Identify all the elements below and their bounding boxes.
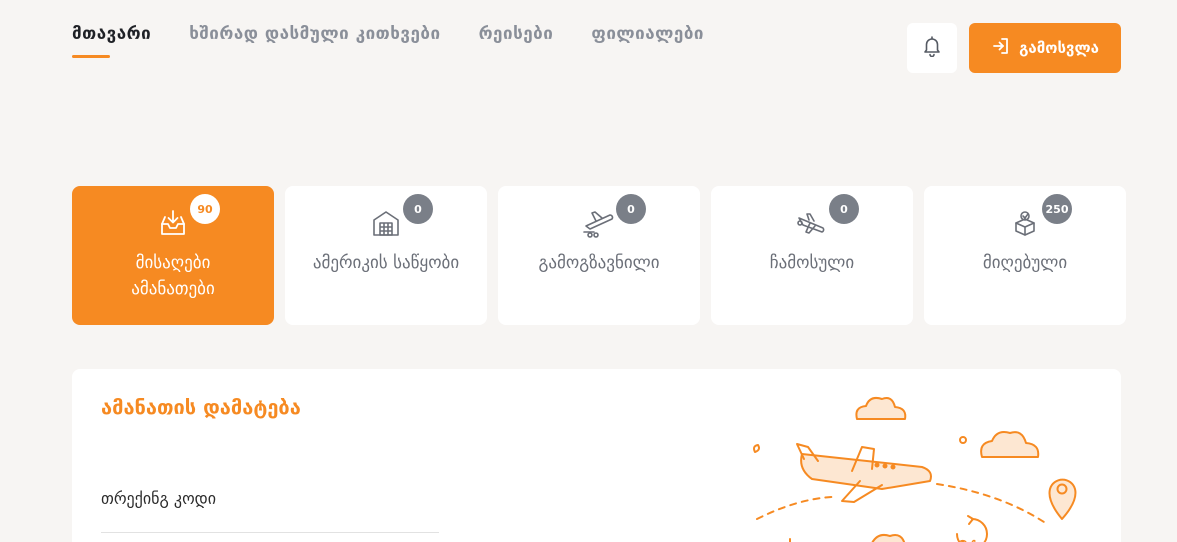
add-parcel-panel: ამანათის დამატება თრექინგ კოდი	[72, 369, 1121, 542]
card-count-badge: 90	[190, 194, 220, 224]
card-incoming-parcels[interactable]: 90 მისაღები ამანათები	[72, 186, 274, 325]
card-usa-warehouse[interactable]: 0 ამერიკის საწყობი	[285, 186, 487, 325]
card-received[interactable]: 250 მიღებული	[924, 186, 1126, 325]
box-received-icon	[1010, 208, 1040, 238]
sign-out-icon	[991, 36, 1011, 60]
card-arrived[interactable]: 0 ჩამოსული	[711, 186, 913, 325]
panel-title: ამანათის დამატება	[101, 395, 301, 419]
plane-arrival-icon	[795, 208, 829, 238]
bell-icon	[922, 35, 942, 61]
card-label: მისაღები ამანათები	[131, 253, 215, 299]
nav-item-branches[interactable]: ფილიალები	[591, 24, 704, 58]
logout-button[interactable]: გამოსვლა	[969, 23, 1121, 73]
tracking-code-label: თრექინგ კოდი	[101, 489, 217, 508]
warehouse-icon	[371, 208, 401, 238]
nav-item-faq[interactable]: ხშირად დასმული კითხვები	[189, 24, 440, 58]
plane-departure-icon	[582, 208, 616, 238]
card-sent[interactable]: 0 გამოგზავნილი	[498, 186, 700, 325]
card-label: ჩამოსული	[769, 253, 855, 273]
main-nav: მთავარი ხშირად დასმული კითხვები რეისები …	[72, 24, 704, 58]
card-label: მიღებული	[982, 253, 1068, 273]
airplane-illustration: 24	[742, 389, 1122, 542]
status-cards: 90 მისაღები ამანათები 0 ამერიკის საწყობი…	[72, 186, 1126, 325]
card-count-badge: 0	[829, 194, 859, 224]
card-count-badge: 0	[616, 194, 646, 224]
card-count-badge: 250	[1042, 194, 1072, 224]
card-label: გამოგზავნილი	[538, 253, 660, 273]
notifications-button[interactable]	[907, 23, 957, 73]
card-count-badge: 0	[403, 194, 433, 224]
svg-text:24: 24	[958, 537, 977, 542]
nav-item-flights[interactable]: რეისები	[479, 24, 554, 58]
nav-item-home[interactable]: მთავარი	[72, 24, 151, 58]
tracking-code-input[interactable]	[101, 509, 439, 533]
logout-label: გამოსვლა	[1019, 39, 1099, 57]
card-label: ამერიკის საწყობი	[312, 253, 460, 273]
inbox-download-icon	[158, 208, 188, 238]
